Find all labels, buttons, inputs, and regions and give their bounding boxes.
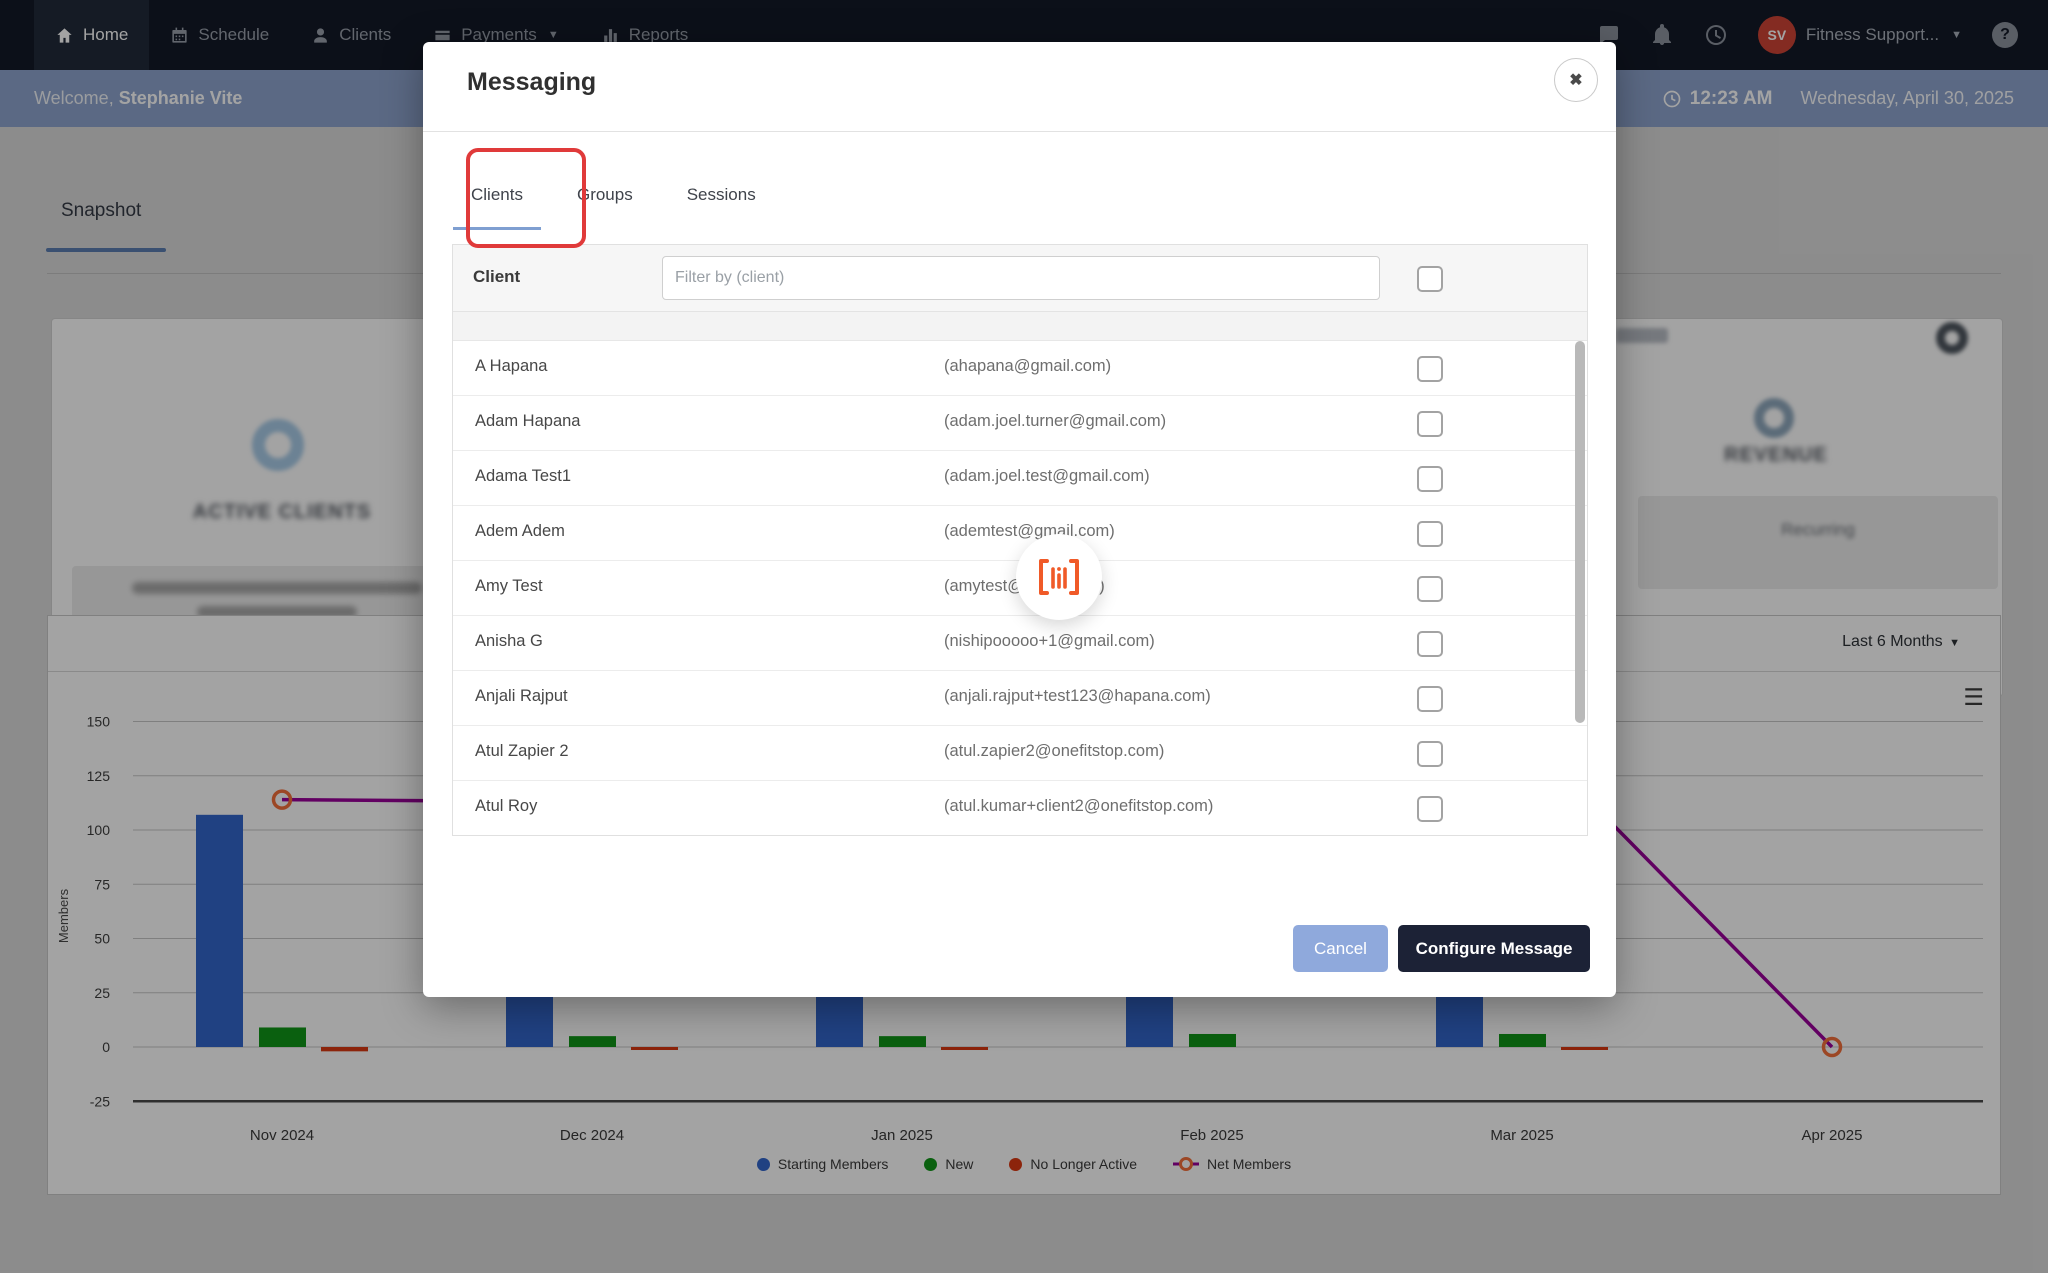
modal-divider: [423, 131, 1616, 132]
row-checkbox[interactable]: [1417, 411, 1443, 437]
modal-title: Messaging: [467, 68, 597, 96]
row-checkbox[interactable]: [1417, 466, 1443, 492]
row-checkbox[interactable]: [1417, 686, 1443, 712]
table-row[interactable]: A Hapana (ahapana@gmail.com): [453, 341, 1587, 396]
client-table: Client A Hapana (ahapana@gmail.com) Adam H…: [452, 244, 1588, 836]
client-email: (atul.zapier2@onefitstop.com): [944, 742, 1165, 760]
select-all-checkbox[interactable]: [1417, 266, 1443, 292]
client-email: (adam.joel.turner@gmail.com): [944, 412, 1167, 430]
table-row[interactable]: Anisha G (nishipooooo+1@gmail.com): [453, 616, 1587, 671]
client-name: Atul Roy: [475, 797, 538, 815]
client-email: (anjali.rajput+test123@hapana.com): [944, 687, 1211, 705]
barcode-scan-badge: [1016, 534, 1102, 620]
client-name: Anisha G: [475, 632, 543, 650]
table-row[interactable]: Adama Test1 (adam.joel.test@gmail.com): [453, 451, 1587, 506]
row-checkbox[interactable]: [1417, 576, 1443, 602]
client-name: Anjali Rajput: [475, 687, 568, 705]
client-name: Adam Hapana: [475, 412, 581, 430]
client-email: (nishipooooo+1@gmail.com): [944, 632, 1155, 650]
modal-tabs: Clients Groups Sessions: [453, 146, 1572, 245]
client-name: Atul Zapier 2: [475, 742, 569, 760]
row-checkbox[interactable]: [1417, 356, 1443, 382]
client-email: (ademtest@gmail.com): [944, 522, 1115, 540]
screen: Home Schedule Clients Payments ▼ Reports: [0, 0, 2048, 1273]
filter-label: Client: [473, 267, 521, 286]
barcode-icon: [1039, 559, 1079, 595]
table-row[interactable]: Atul Roy (atul.kumar+client2@onefitstop.c…: [453, 781, 1587, 835]
table-row[interactable]: Anjali Rajput (anjali.rajput+test123@hapa…: [453, 671, 1587, 726]
cancel-button[interactable]: Cancel: [1293, 925, 1388, 972]
tab-sessions[interactable]: Sessions: [683, 146, 760, 244]
tab-clients[interactable]: Clients: [453, 146, 541, 244]
messaging-modal: Messaging ✖ Clients Groups Sessions Clie…: [423, 42, 1616, 997]
client-name: Adama Test1: [475, 467, 572, 485]
table-row[interactable]: Adam Hapana (adam.joel.turner@gmail.com): [453, 396, 1587, 451]
table-row[interactable]: Adem Adem (ademtest@gmail.com): [453, 506, 1587, 561]
client-name: A Hapana: [475, 357, 548, 375]
client-name: Adem Adem: [475, 522, 565, 540]
client-name: Amy Test: [475, 577, 543, 595]
row-checkbox[interactable]: [1417, 521, 1443, 547]
filter-row: Client: [453, 245, 1587, 312]
client-email: (ahapana@gmail.com): [944, 357, 1112, 375]
scrollbar-thumb[interactable]: [1575, 341, 1585, 723]
filter-input[interactable]: [662, 256, 1380, 300]
configure-message-button[interactable]: Configure Message: [1398, 925, 1590, 972]
client-email: (atul.kumar+client2@onefitstop.com): [944, 797, 1214, 815]
row-checkbox[interactable]: [1417, 741, 1443, 767]
row-checkbox[interactable]: [1417, 631, 1443, 657]
tab-groups[interactable]: Groups: [573, 146, 637, 244]
row-checkbox[interactable]: [1417, 796, 1443, 822]
table-row[interactable]: Atul Zapier 2 (atul.zapier2@onefitstop.co…: [453, 726, 1587, 781]
client-email: (adam.joel.test@gmail.com): [944, 467, 1150, 485]
close-icon[interactable]: ✖: [1554, 58, 1598, 102]
table-subheader: [453, 312, 1587, 341]
